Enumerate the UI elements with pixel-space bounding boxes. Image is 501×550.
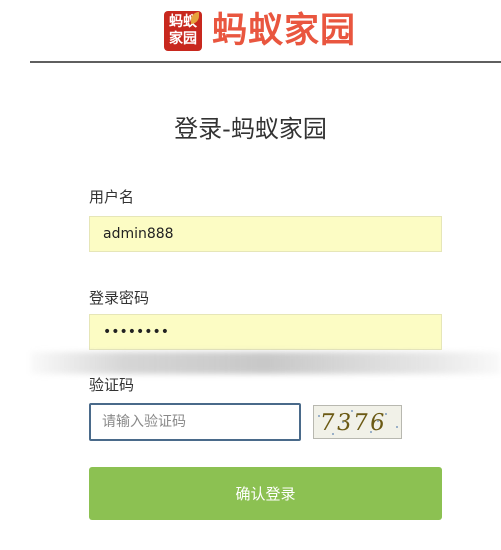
captcha-input[interactable]	[89, 403, 301, 441]
page-title: 登录-蚂蚁家园	[174, 115, 327, 143]
header: 蚂蚁 家园 蚂蚁家园	[0, 0, 501, 63]
captcha-noise	[396, 426, 398, 428]
captcha-text: 7376	[318, 410, 389, 436]
captcha-image[interactable]: 7376	[313, 405, 402, 439]
bottom-link-fragment[interactable]	[96, 545, 176, 550]
header-divider	[30, 61, 501, 63]
username-input[interactable]	[89, 216, 442, 252]
login-page: 蚂蚁 家园 蚂蚁家园 登录-蚂蚁家园 用户名 登录密码 验证码 7376 确认登…	[0, 0, 501, 550]
password-input[interactable]	[89, 314, 442, 350]
blurred-overlay	[30, 352, 501, 374]
password-label: 登录密码	[89, 289, 150, 307]
captcha-noise	[318, 415, 320, 417]
logo-text: 蚂蚁家园	[212, 10, 357, 51]
logo-badge-line2: 家园	[169, 31, 197, 47]
login-submit-button[interactable]: 确认登录	[89, 467, 442, 520]
username-label: 用户名	[89, 188, 135, 206]
logo-badge: 蚂蚁 家园	[164, 11, 202, 51]
captcha-label: 验证码	[89, 376, 135, 394]
